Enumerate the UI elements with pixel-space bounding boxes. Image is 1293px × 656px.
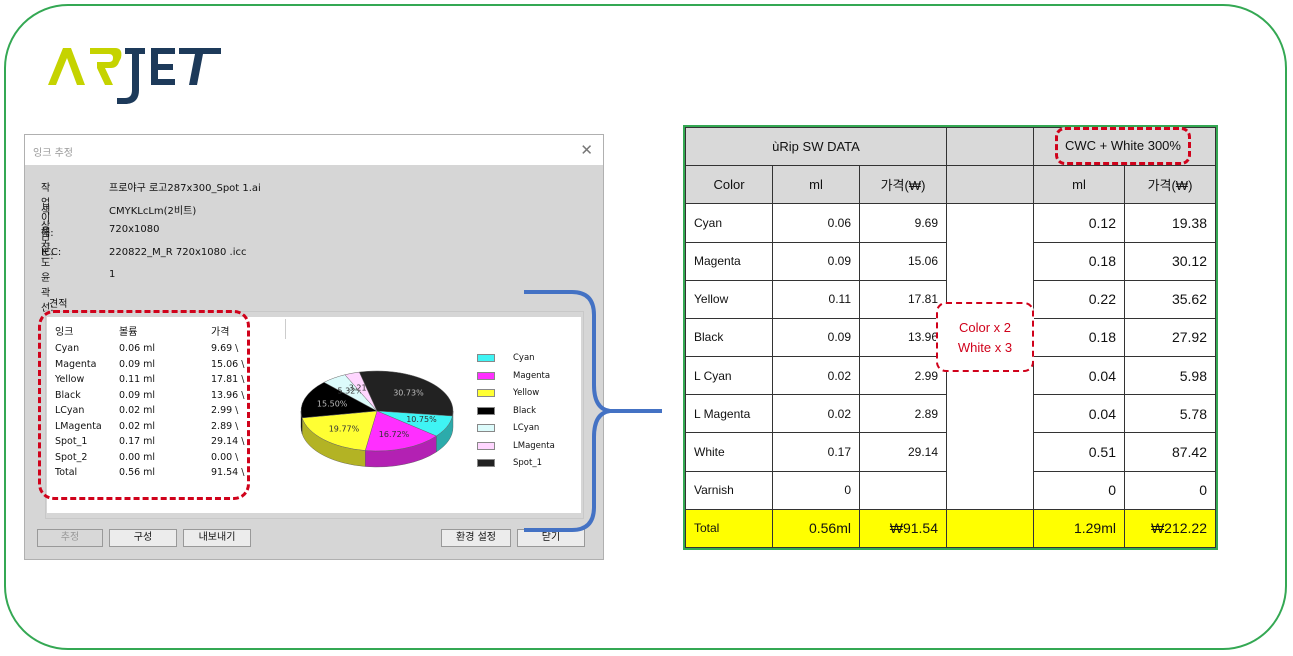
price2-cell: 87.42 <box>1124 432 1216 472</box>
color-cell: White <box>685 432 773 472</box>
ml2-cell: 0.04 <box>1033 356 1125 396</box>
pie-label: 30.73% <box>393 389 424 398</box>
price2-cell: 5.78 <box>1124 394 1216 434</box>
cwc-white-header: CWC + White 300% <box>1055 127 1191 165</box>
ml2-cell: 0.04 <box>1033 394 1125 434</box>
legend-swatch <box>477 459 495 467</box>
total-price: ₩91.54 <box>859 508 947 549</box>
color-cell: L Magenta <box>685 394 773 434</box>
dialog-title-bar: 잉크 추정 ✕ <box>25 135 603 165</box>
ml-cell: 0.17 <box>772 432 860 472</box>
total-ml: 0.56ml <box>772 508 860 549</box>
ml2-cell: 0.18 <box>1033 317 1125 358</box>
col-header-color: Color <box>685 165 773 205</box>
legend-swatch <box>477 354 495 362</box>
ink-list-highlight <box>38 310 250 500</box>
legend-swatch <box>477 441 495 450</box>
total-blank <box>946 508 1034 549</box>
field-value: 720x1080 <box>109 224 160 235</box>
ml-cell: 0.11 <box>772 279 860 319</box>
price-cell: 2.89 <box>859 394 947 434</box>
ml2-cell: 0.18 <box>1033 241 1125 281</box>
dialog-title: 잉크 추정 <box>33 148 73 159</box>
ml2-cell: 0.12 <box>1033 203 1125 243</box>
ml2-cell: 0.22 <box>1033 279 1125 319</box>
pie-label: 15.50% <box>317 399 348 408</box>
urip-data-header: ùRip SW DATA <box>685 126 947 167</box>
ml-cell: 0.02 <box>772 356 860 396</box>
col-header-blank <box>946 165 1034 205</box>
total-row: Total 0.56ml ₩91.54 1.29ml ₩212.22 <box>685 508 1216 549</box>
ml2-cell: 0 <box>1033 470 1125 510</box>
artjet-logo <box>48 48 221 104</box>
price2-cell: 5.98 <box>1124 356 1216 396</box>
estimate-group-label: 견적 <box>49 299 68 310</box>
close-icon[interactable]: ✕ <box>580 141 593 159</box>
price-cell: 13.96 <box>859 317 947 358</box>
column-divider <box>285 319 286 339</box>
price-cell: 2.99 <box>859 356 947 396</box>
price2-cell: 0 <box>1124 470 1216 510</box>
field-value: 프로야구 로고287x300_Spot 1.ai <box>109 183 261 194</box>
color-cell: Magenta <box>685 241 773 281</box>
legend-swatch <box>477 371 495 380</box>
ml2-cell: 0.51 <box>1033 432 1125 472</box>
export-button[interactable]: 내보내기 <box>183 529 251 547</box>
ml-cell: 0.02 <box>772 394 860 434</box>
price-cell: 29.14 <box>859 432 947 472</box>
field-value: 1 <box>109 269 116 280</box>
col-header-price2: 가격(₩) <box>1124 165 1216 205</box>
blank-header <box>946 126 1034 167</box>
ml-cell: 0.09 <box>772 317 860 358</box>
color-cell: Cyan <box>685 203 773 243</box>
note-line-1: Color x 2 <box>958 320 1012 335</box>
total-price2: ₩212.22 <box>1124 508 1216 549</box>
settings-button[interactable]: 환경 설정 <box>441 529 511 547</box>
brace-arrow <box>524 290 662 532</box>
price-cell: 17.81 <box>859 279 947 319</box>
field-value: CMYKLcLm(2비트) <box>109 206 197 217</box>
price2-cell: 30.12 <box>1124 241 1216 281</box>
field-value: 220822_M_R 720x1080 .icc <box>109 247 247 258</box>
color-cell: L Cyan <box>685 356 773 396</box>
ml-cell: 0 <box>772 470 860 510</box>
price2-cell: 35.62 <box>1124 279 1216 319</box>
note-line-2: White x 3 <box>957 340 1013 355</box>
color-cell: Varnish <box>685 470 773 510</box>
legend-swatch <box>477 424 495 432</box>
multiplier-note: Color x 2 White x 3 <box>936 302 1034 372</box>
price2-cell: 27.92 <box>1124 317 1216 358</box>
total-label: Total <box>685 508 773 549</box>
color-cell: Yellow <box>685 279 773 319</box>
ink-pie-chart: 10.75%16.72%19.77%15.50%5.32%3.21%30.73% <box>300 370 454 468</box>
price-cell <box>859 470 947 510</box>
price2-cell: 19.38 <box>1124 203 1216 243</box>
field-label: ICC: <box>41 247 62 258</box>
table-row: Cyan 0.06 9.69 0.12 19.38 <box>685 203 1216 510</box>
price-cell: 15.06 <box>859 241 947 281</box>
ml-cell: 0.09 <box>772 241 860 281</box>
pie-label: 16.72% <box>379 430 410 439</box>
col-header-ml2: ml <box>1033 165 1125 205</box>
col-header-price: 가격(₩) <box>859 165 947 205</box>
config-button[interactable]: 구성 <box>109 529 177 547</box>
col-header-ml: ml <box>772 165 860 205</box>
pie-label: 10.75% <box>406 415 437 424</box>
color-cell: Black <box>685 317 773 358</box>
legend-swatch <box>477 389 495 397</box>
total-ml2: 1.29ml <box>1033 508 1125 549</box>
estimate-button[interactable]: 추정 <box>37 529 103 547</box>
legend-swatch <box>477 406 495 415</box>
price-cell: 9.69 <box>859 203 947 243</box>
pie-label: 19.77% <box>329 425 360 434</box>
ml-cell: 0.06 <box>772 203 860 243</box>
